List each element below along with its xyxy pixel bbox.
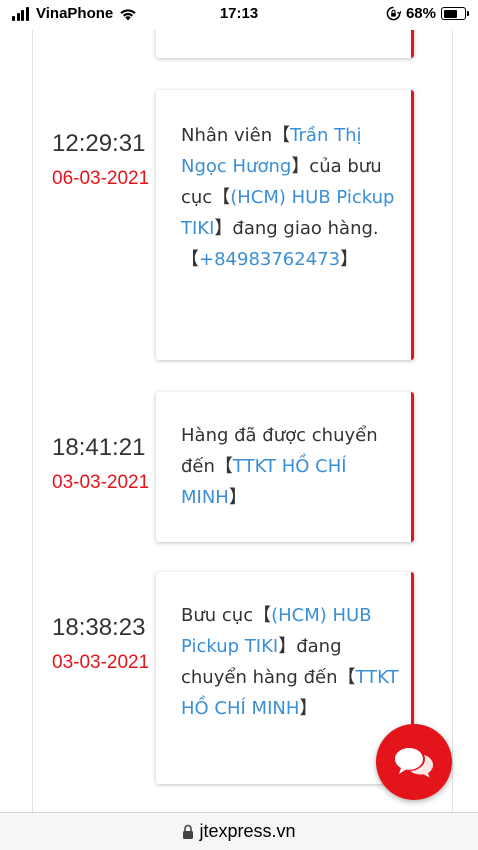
chat-bubbles-icon bbox=[395, 748, 433, 778]
timeline-card-partial bbox=[156, 30, 414, 58]
entry-timestamp: 12:29:31 06-03-2021 bbox=[52, 130, 155, 190]
tracking-timeline[interactable]: 12:29:31 06-03-2021 Nhân viên【Trần Thị N… bbox=[0, 30, 478, 812]
message-text: Nhân viên【 bbox=[181, 125, 291, 146]
status-bar: VinaPhone 17:13 68% bbox=[0, 0, 478, 30]
entry-date: 03-03-2021 bbox=[52, 472, 150, 493]
message-text: 】 bbox=[228, 487, 247, 508]
timeline-border-right bbox=[452, 30, 453, 812]
timeline-card: Hàng đã được chuyển đến【TTKT HỒ CHÍ MINH… bbox=[156, 392, 414, 542]
battery-fill bbox=[443, 9, 457, 18]
timeline-card: Bưu cục【(HCM) HUB Pickup TIKI】đang chuyể… bbox=[156, 572, 414, 784]
message-text: Bưu cục【 bbox=[181, 605, 272, 626]
entry-time: 12:29:31 bbox=[52, 130, 146, 157]
entry-date: 06-03-2021 bbox=[52, 168, 150, 189]
orientation-lock-icon bbox=[386, 6, 401, 21]
chat-button[interactable] bbox=[376, 724, 452, 800]
padlock-icon bbox=[183, 824, 194, 839]
message-text: 】 bbox=[340, 249, 359, 270]
message-text: 】 bbox=[299, 698, 318, 719]
entry-date: 03-03-2021 bbox=[52, 652, 150, 673]
timeline-card: Nhân viên【Trần Thị Ngọc Hương】của bưu cụ… bbox=[156, 90, 414, 360]
entry-time: 18:38:23 bbox=[52, 614, 146, 641]
status-right: 68% bbox=[386, 5, 469, 22]
entry-message: Hàng đã được chuyển đến【TTKT HỒ CHÍ MINH… bbox=[181, 420, 401, 513]
timeline-border-left bbox=[32, 30, 33, 812]
entry-timestamp: 18:41:21 03-03-2021 bbox=[52, 434, 155, 494]
entry-message: Bưu cục【(HCM) HUB Pickup TIKI】đang chuyể… bbox=[181, 600, 401, 724]
entry-message: Nhân viên【Trần Thị Ngọc Hương】của bưu cụ… bbox=[181, 120, 401, 275]
page-url: jtexpress.vn bbox=[199, 821, 296, 841]
battery-icon bbox=[441, 7, 469, 20]
address-bar[interactable]: jtexpress.vn bbox=[0, 812, 478, 850]
entry-time: 18:41:21 bbox=[52, 434, 146, 461]
battery-percentage: 68% bbox=[405, 5, 436, 22]
message-link[interactable]: +84983762473 bbox=[199, 249, 340, 270]
entry-timestamp: 18:38:23 03-03-2021 bbox=[52, 614, 155, 674]
